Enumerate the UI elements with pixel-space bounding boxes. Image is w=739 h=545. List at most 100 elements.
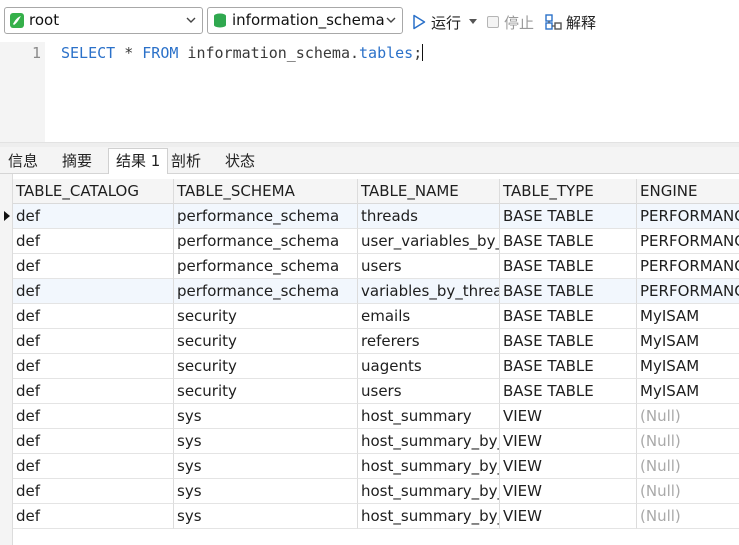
table-cell[interactable]: user_variables_by_thread bbox=[358, 229, 500, 254]
tab-summary[interactable]: 摘要 bbox=[55, 150, 99, 174]
table-cell[interactable]: users bbox=[358, 379, 500, 404]
table-cell[interactable]: (Null) bbox=[637, 454, 739, 479]
table-cell[interactable]: host_summary_by_file_io bbox=[358, 429, 500, 454]
table-cell[interactable]: VIEW bbox=[500, 404, 637, 429]
table-cell[interactable]: MyISAM bbox=[637, 329, 739, 354]
table-cell[interactable]: PERFORMANCE bbox=[637, 254, 739, 279]
table-cell[interactable]: BASE TABLE bbox=[500, 354, 637, 379]
table-cell[interactable]: VIEW bbox=[500, 454, 637, 479]
table-cell[interactable]: security bbox=[174, 304, 358, 329]
table-cell[interactable]: def bbox=[13, 329, 174, 354]
table-cell[interactable]: VIEW bbox=[500, 504, 637, 529]
table-cell[interactable]: BASE TABLE bbox=[500, 254, 637, 279]
chevron-down-icon[interactable] bbox=[469, 19, 478, 25]
table-row[interactable]: def performance_schema variables_by_thread… bbox=[13, 279, 739, 304]
table-cell[interactable]: host_summary_by_file_io_type bbox=[358, 454, 500, 479]
column-header-engine[interactable]: ENGINE bbox=[637, 179, 739, 204]
table-cell[interactable]: def bbox=[13, 304, 174, 329]
table-cell[interactable]: def bbox=[13, 479, 174, 504]
table-row[interactable]: defperformance_schemauser_variables_by_t… bbox=[13, 229, 739, 254]
table-cell[interactable]: BASE TABLE bbox=[500, 304, 637, 329]
table-cell[interactable]: sys bbox=[174, 429, 358, 454]
table-cell[interactable]: def bbox=[13, 379, 174, 404]
table-cell[interactable]: PERFORMANCE bbox=[637, 279, 739, 304]
table-cell[interactable]: VIEW bbox=[500, 429, 637, 454]
table-cell[interactable]: def bbox=[13, 404, 174, 429]
table-row[interactable]: def security users BASE TABLE MyISAM bbox=[13, 379, 739, 404]
table-cell[interactable]: (Null) bbox=[637, 479, 739, 504]
table-cell[interactable]: host_summary_by_statement_latency bbox=[358, 504, 500, 529]
stop-icon bbox=[487, 16, 499, 28]
tab-info[interactable]: 信息 bbox=[1, 150, 45, 174]
table-cell[interactable]: sys bbox=[174, 454, 358, 479]
table-cell[interactable]: BASE TABLE bbox=[500, 279, 637, 304]
table-cell[interactable]: referers bbox=[358, 329, 500, 354]
tab-result-1[interactable]: 结果 1 bbox=[108, 148, 169, 175]
table-cell[interactable]: PERFORMANCE bbox=[637, 229, 739, 254]
table-cell[interactable]: threads bbox=[358, 204, 500, 229]
table-row[interactable]: def security uagents BASE TABLE MyISAM bbox=[13, 354, 739, 379]
column-header-table-schema[interactable]: TABLE_SCHEMA bbox=[174, 179, 358, 204]
sql-code-line[interactable]: SELECT * FROM information_schema.tables; bbox=[61, 43, 424, 63]
sql-editor[interactable]: 1 SELECT * FROM information_schema.table… bbox=[0, 42, 739, 142]
table-cell[interactable]: uagents bbox=[358, 354, 500, 379]
table-row[interactable]: defsyshost_summary_by_file_ioVIEW(Null) bbox=[13, 429, 739, 454]
table-cell[interactable]: host_summary bbox=[358, 404, 500, 429]
table-cell[interactable]: security bbox=[174, 329, 358, 354]
table-cell[interactable]: BASE TABLE bbox=[500, 229, 637, 254]
table-cell[interactable]: def bbox=[13, 354, 174, 379]
table-row[interactable]: defsyshost_summary_by_stagesVIEW(Null) bbox=[13, 479, 739, 504]
tab-status[interactable]: 状态 bbox=[218, 150, 262, 174]
table-row[interactable]: def performance_schema users BASE TABLE PERF… bbox=[13, 254, 739, 279]
table-cell[interactable]: BASE TABLE bbox=[500, 379, 637, 404]
table-cell[interactable]: def bbox=[13, 454, 174, 479]
column-header-table-type[interactable]: TABLE_TYPE bbox=[500, 179, 637, 204]
table-cell[interactable]: def bbox=[13, 504, 174, 529]
table-cell[interactable]: sys bbox=[174, 404, 358, 429]
table-cell[interactable]: security bbox=[174, 354, 358, 379]
stop-button[interactable]: 停止 bbox=[487, 11, 534, 33]
table-cell[interactable]: VIEW bbox=[500, 479, 637, 504]
table-cell[interactable]: MyISAM bbox=[637, 379, 739, 404]
table-cell[interactable]: users bbox=[358, 254, 500, 279]
table-row[interactable]: def security emails BASE TABLE MyISAM bbox=[13, 304, 739, 329]
table-cell[interactable]: performance_schema bbox=[174, 279, 358, 304]
table-row[interactable]: def sys host_summary VIEW (Null) bbox=[13, 404, 739, 429]
database-select[interactable]: information_schema bbox=[207, 7, 403, 34]
table-row[interactable]: def security referers BASE TABLE MyISAM bbox=[13, 329, 739, 354]
table-row[interactable]: defsyshost_summary_by_statement_latencyV… bbox=[13, 504, 739, 529]
table-cell[interactable]: def bbox=[13, 204, 174, 229]
table-cell[interactable]: sys bbox=[174, 479, 358, 504]
explain-button[interactable]: 解释 bbox=[545, 11, 596, 33]
table-cell[interactable]: (Null) bbox=[637, 404, 739, 429]
table-cell[interactable]: performance_schema bbox=[174, 254, 358, 279]
keyword-select: SELECT bbox=[61, 44, 116, 62]
table-cell[interactable]: performance_schema bbox=[174, 229, 358, 254]
table-cell[interactable]: variables_by_thread bbox=[358, 279, 500, 304]
table-cell[interactable]: PERFORMANCE bbox=[637, 204, 739, 229]
table-cell[interactable]: sys bbox=[174, 504, 358, 529]
table-cell[interactable]: (Null) bbox=[637, 429, 739, 454]
table-cell[interactable]: def bbox=[13, 254, 174, 279]
tab-profile[interactable]: 剖析 bbox=[164, 150, 208, 174]
table-cell[interactable]: MyISAM bbox=[637, 304, 739, 329]
table-row[interactable]: defsyshost_summary_by_file_io_typeVIEW(N… bbox=[13, 454, 739, 479]
result-grid[interactable]: TABLE_CATALOG TABLE_SCHEMA TABLE_NAME TA… bbox=[0, 174, 739, 545]
table-cell[interactable]: (Null) bbox=[637, 504, 739, 529]
table-cell[interactable]: host_summary_by_stages bbox=[358, 479, 500, 504]
table-cell[interactable]: def bbox=[13, 279, 174, 304]
connection-select[interactable]: root bbox=[4, 7, 203, 34]
table-cell[interactable]: def bbox=[13, 429, 174, 454]
connection-value: root bbox=[29, 11, 60, 29]
table-cell[interactable]: def bbox=[13, 229, 174, 254]
table-cell[interactable]: emails bbox=[358, 304, 500, 329]
table-cell[interactable]: BASE TABLE bbox=[500, 204, 637, 229]
run-button[interactable]: 运行 bbox=[412, 11, 478, 33]
column-header-table-name[interactable]: TABLE_NAME bbox=[358, 179, 500, 204]
table-cell[interactable]: MyISAM bbox=[637, 354, 739, 379]
table-cell[interactable]: performance_schema bbox=[174, 204, 358, 229]
column-header-table-catalog[interactable]: TABLE_CATALOG bbox=[13, 179, 174, 204]
table-row[interactable]: def performance_schema threads BASE TABLE PE… bbox=[13, 204, 739, 229]
table-cell[interactable]: BASE TABLE bbox=[500, 329, 637, 354]
table-cell[interactable]: security bbox=[174, 379, 358, 404]
